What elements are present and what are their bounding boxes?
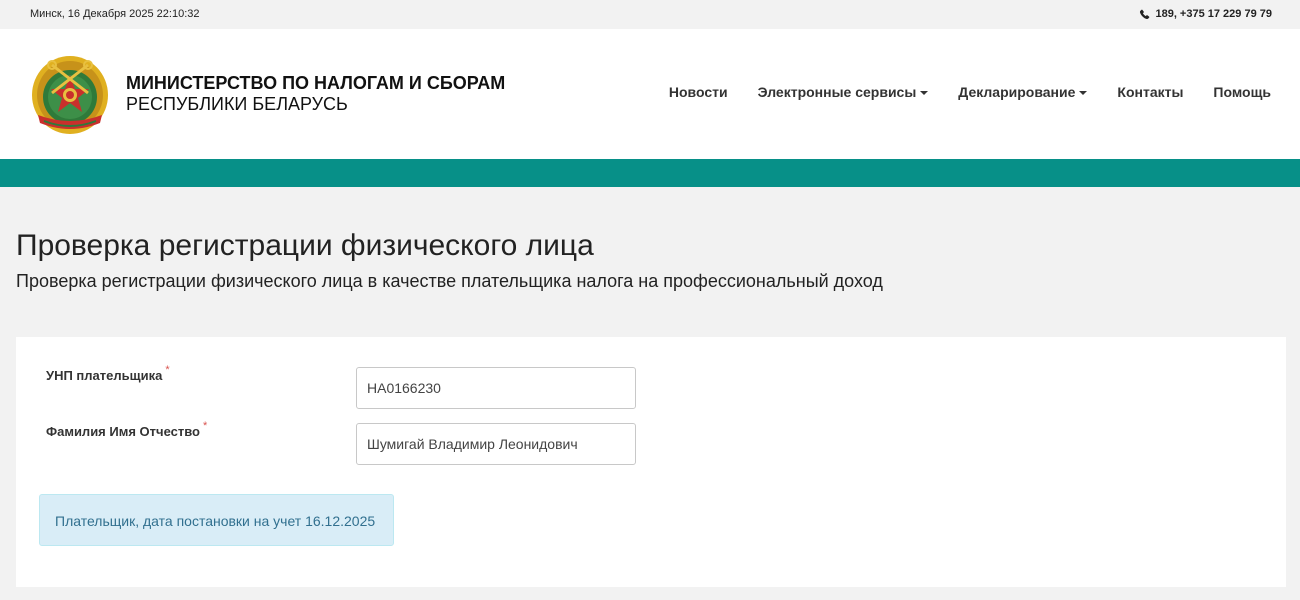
top-info-bar: Минск, 16 Декабря 2025 22:10:32 189, +37… [0, 0, 1300, 29]
nav-item-label: Декларирование [958, 84, 1076, 100]
nav-item-news[interactable]: Новости [654, 84, 743, 100]
nav-item-label: Контакты [1117, 84, 1184, 100]
brand-title: МИНИСТЕРСТВО ПО НАЛОГАМ И СБОРАМ [126, 73, 506, 93]
unp-label: УНП плательщика * [46, 364, 170, 383]
required-marker: * [202, 420, 208, 432]
page-subtitle: Проверка регистрации физического лица в … [16, 271, 883, 291]
site-header: МИНИСТЕРСТВО ПО НАЛОГАМ И СБОРАМ РЕСПУБЛ… [0, 29, 1300, 159]
phone-icon [1140, 9, 1150, 19]
page-title: Проверка регистрации физического лица [16, 229, 594, 262]
current-datetime: Минск, 16 Декабря 2025 22:10:32 [30, 8, 200, 20]
fio-input[interactable] [356, 423, 636, 465]
caret-down-icon [920, 90, 929, 95]
ministry-brand[interactable]: МИНИСТЕРСТВО ПО НАЛОГАМ И СБОРАМ РЕСПУБЛ… [126, 73, 505, 115]
nav-item-electronic-services[interactable]: Электронные сервисы [743, 84, 944, 100]
required-marker: * [165, 364, 170, 376]
result-message: Плательщик, дата постановки на учет 16.1… [55, 513, 376, 529]
unp-input[interactable] [356, 367, 636, 409]
phone-contact[interactable]: 189, +375 17 229 79 79 [1139, 8, 1272, 20]
phone-number: 189, +375 17 229 79 79 [1155, 8, 1272, 20]
nav-item-label: Электронные сервисы [757, 84, 917, 100]
ministry-emblem-logo[interactable] [30, 53, 110, 135]
result-alert: Плательщик, дата постановки на учет 16.1… [39, 494, 394, 546]
nav-item-label: Новости [668, 84, 728, 100]
brand-subtitle: РЕСПУБЛИКИ БЕЛАРУСЬ [126, 94, 348, 114]
fio-label: Фамилия Имя Отчество * [46, 420, 207, 439]
registration-check-form: УНП плательщика* Фамилия Имя Отчество* П… [16, 337, 1286, 587]
fio-label-text: Фамилия Имя Отчество [46, 424, 200, 439]
accent-band [0, 159, 1300, 187]
unp-label-text: УНП плательщика [46, 368, 163, 383]
nav-item-help[interactable]: Помощь [1198, 84, 1286, 100]
nav-item-contacts[interactable]: Контакты [1102, 84, 1198, 100]
main-nav: Новости Электронные сервисы Декларирован… [654, 84, 1286, 100]
nav-item-label: Помощь [1213, 84, 1271, 100]
caret-down-icon [1079, 90, 1088, 95]
nav-item-declaration[interactable]: Декларирование [943, 84, 1102, 100]
